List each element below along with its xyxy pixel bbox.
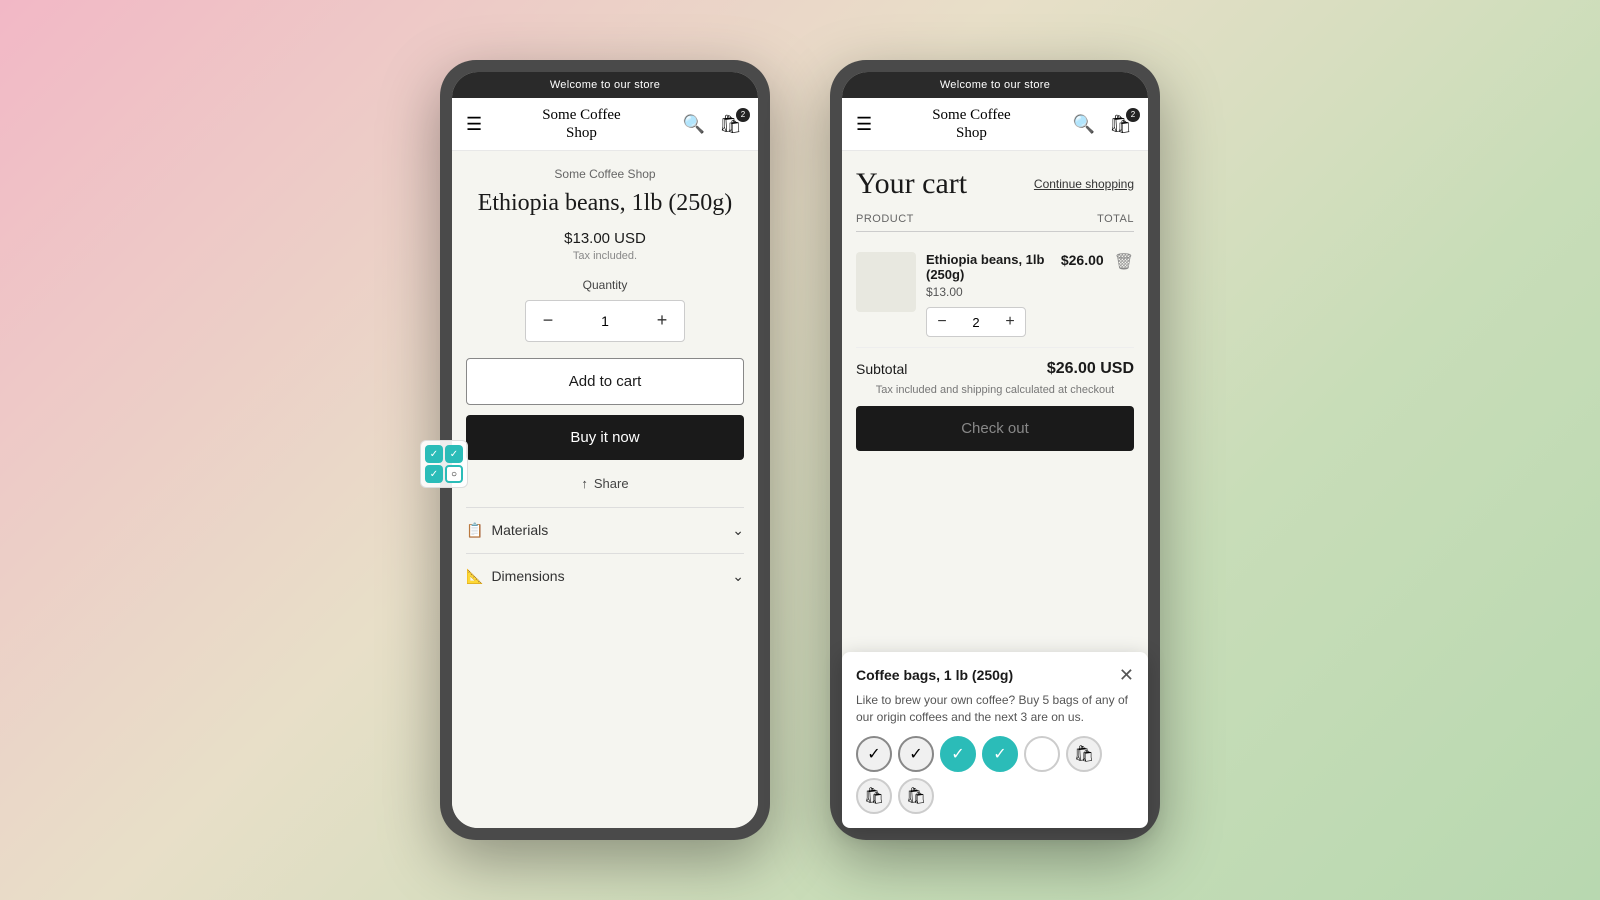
right-header: ☰ Some CoffeeShop 🔍 🛍 2 — [842, 98, 1148, 151]
popup-icon-8[interactable]: 🛍 — [898, 778, 934, 814]
popup-icon-5[interactable] — [1024, 736, 1060, 772]
product-title: Ethiopia beans, 1lb (250g) — [466, 189, 744, 218]
buy-now-button[interactable]: Buy it now — [466, 415, 744, 460]
col-product-label: PRODUCT — [856, 213, 914, 225]
quantity-label: Quantity — [466, 278, 744, 292]
left-screen: Welcome to our store ☰ Some CoffeeShop 🔍… — [452, 72, 758, 828]
right-search-icon: 🔍 — [1073, 114, 1095, 134]
add-to-cart-button[interactable]: Add to cart — [466, 358, 744, 405]
subtotal-label: Subtotal — [856, 361, 907, 377]
left-banner-text: Welcome to our store — [550, 79, 660, 91]
upsell-popup: Coffee bags, 1 lb (250g) ✕ Like to brew … — [842, 652, 1148, 828]
right-search-button[interactable]: 🔍 — [1071, 112, 1097, 137]
accordion-materials[interactable]: 📋 Materials ⌄ — [466, 507, 744, 553]
subtotal-value: $26.00 USD — [1047, 360, 1134, 378]
dimensions-label: Dimensions — [491, 568, 564, 584]
product-brand: Some Coffee Shop — [466, 167, 744, 181]
popup-icon-6[interactable]: 🛍 — [1066, 736, 1102, 772]
subtotal-row: Subtotal $26.00 USD — [856, 348, 1134, 384]
share-label: Share — [594, 476, 629, 491]
cart-item-image — [856, 252, 916, 312]
cart-item-name: Ethiopia beans, 1lb (250g) — [926, 252, 1051, 282]
cart-tax-note: Tax included and shipping calculated at … — [856, 384, 1134, 396]
chevron-down-icon: ⌄ — [732, 522, 744, 539]
right-cart-button[interactable]: 🛍 2 — [1107, 112, 1134, 137]
cart-qty-increase-button[interactable]: + — [995, 308, 1025, 336]
quantity-control: − 1 + — [525, 300, 685, 342]
cart-title-row: Your cart Continue shopping — [856, 167, 1134, 201]
right-menu-icon[interactable]: ☰ — [856, 114, 872, 135]
product-tax: Tax included. — [466, 250, 744, 262]
popup-icon-7[interactable]: 🛍 — [856, 778, 892, 814]
col-total-label: TOTAL — [1097, 213, 1134, 225]
right-phone: Welcome to our store ☰ Some CoffeeShop 🔍… — [830, 60, 1160, 840]
left-page-content: Some Coffee Shop Ethiopia beans, 1lb (25… — [452, 151, 758, 828]
left-logo: Some CoffeeShop — [482, 106, 681, 142]
cart-button[interactable]: 🛍 2 — [717, 112, 744, 137]
continue-shopping-link[interactable]: Continue shopping — [1034, 177, 1134, 191]
cart-item-total: $26.00 — [1061, 252, 1104, 268]
popup-icon-2[interactable]: ✓ — [898, 736, 934, 772]
product-price: $13.00 USD — [466, 230, 744, 247]
right-banner-text: Welcome to our store — [940, 79, 1050, 91]
materials-icon: 📋 — [466, 522, 483, 539]
left-header-icons: 🔍 🛍 2 — [681, 112, 744, 137]
search-button[interactable]: 🔍 — [681, 112, 707, 137]
quantity-decrease-button[interactable]: − — [526, 301, 570, 341]
cart-qty-control: − 2 + — [926, 307, 1026, 337]
checkout-button[interactable]: Check out — [856, 406, 1134, 451]
accordion-dimensions-left: 📐 Dimensions — [466, 568, 565, 585]
right-cart-badge: 2 — [1126, 108, 1140, 122]
search-icon: 🔍 — [683, 114, 705, 134]
popup-title: Coffee bags, 1 lb (250g) — [856, 667, 1013, 683]
cart-item-info: Ethiopia beans, 1lb (250g) $13.00 − 2 + — [926, 252, 1051, 337]
quantity-value: 1 — [570, 313, 640, 329]
right-banner: Welcome to our store — [842, 72, 1148, 98]
popup-icon-3[interactable]: ✓ — [940, 736, 976, 772]
popup-icons-row: ✓ ✓ ✓ ✓ 🛍 🛍 🛍 — [856, 736, 1134, 814]
cart-qty-value: 2 — [957, 315, 995, 330]
cart-title: Your cart — [856, 167, 967, 201]
share-icon: ↑ — [581, 476, 588, 491]
dev-icon-1: ✓ — [425, 445, 443, 463]
right-screen: Welcome to our store ☰ Some CoffeeShop 🔍… — [842, 72, 1148, 828]
accordion-dimensions[interactable]: 📐 Dimensions ⌄ — [466, 553, 744, 599]
right-header-icons: 🔍 🛍 2 — [1071, 112, 1134, 137]
popup-header: Coffee bags, 1 lb (250g) ✕ — [856, 666, 1134, 684]
chevron-down-icon-2: ⌄ — [732, 568, 744, 585]
menu-icon[interactable]: ☰ — [466, 114, 482, 135]
materials-label: Materials — [491, 522, 548, 538]
dev-overlay: ✓ ✓ ✓ ○ — [420, 440, 468, 488]
dev-icon-3: ✓ — [425, 465, 443, 483]
popup-close-button[interactable]: ✕ — [1119, 666, 1134, 684]
share-row[interactable]: ↑ Share — [466, 476, 744, 491]
left-phone: ✓ ✓ ✓ ○ Welcome to our store ☰ Some Coff… — [440, 60, 770, 840]
right-logo: Some CoffeeShop — [872, 106, 1071, 142]
dev-icon-2: ✓ — [445, 445, 463, 463]
cart-item-delete-button[interactable]: 🗑 — [1114, 252, 1134, 272]
cart-qty-decrease-button[interactable]: − — [927, 308, 957, 336]
popup-icon-4[interactable]: ✓ — [982, 736, 1018, 772]
cart-item-price: $13.00 — [926, 285, 1051, 299]
accordion-materials-left: 📋 Materials — [466, 522, 548, 539]
popup-icon-1[interactable]: ✓ — [856, 736, 892, 772]
quantity-increase-button[interactable]: + — [640, 301, 684, 341]
left-banner: Welcome to our store — [452, 72, 758, 98]
cart-badge: 2 — [736, 108, 750, 122]
popup-description: Like to brew your own coffee? Buy 5 bags… — [856, 692, 1134, 726]
dimensions-icon: 📐 — [466, 568, 483, 585]
cart-table-header: PRODUCT TOTAL — [856, 213, 1134, 232]
dev-icon-4: ○ — [445, 465, 463, 483]
left-header: ☰ Some CoffeeShop 🔍 🛍 2 — [452, 98, 758, 151]
cart-item: Ethiopia beans, 1lb (250g) $13.00 − 2 + … — [856, 242, 1134, 348]
